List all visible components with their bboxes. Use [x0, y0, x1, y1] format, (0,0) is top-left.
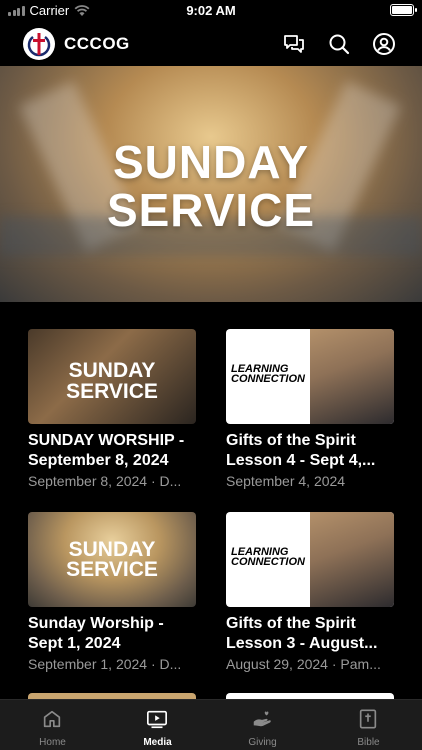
logo-icon	[27, 33, 51, 57]
media-title: Lesson 4 - Sept 4,...	[226, 452, 376, 469]
tab-giving[interactable]: Giving	[210, 700, 315, 750]
clock: 9:02 AM	[186, 3, 236, 18]
chat-icon[interactable]	[282, 32, 306, 56]
tab-media[interactable]: Media	[105, 700, 210, 750]
search-icon[interactable]	[327, 32, 351, 56]
tab-label: Bible	[357, 737, 380, 748]
media-thumbnail: SUNDAY SERVICE	[28, 512, 196, 607]
presenter-photo	[310, 329, 394, 424]
battery-icon	[390, 4, 417, 16]
media-title: Sunday Worship -	[28, 615, 164, 632]
media-thumbnail: LEARNING CONNECTION	[226, 512, 394, 607]
tab-label: Media	[143, 737, 172, 748]
media-thumbnail: LEARNING CONNECTION	[226, 329, 394, 424]
app-header: CCCOG	[0, 22, 422, 66]
thumbnail-text: SERVICE	[66, 558, 158, 581]
app-title: CCCOG	[64, 34, 130, 53]
media-title: September 8, 2024	[28, 452, 169, 469]
tab-bar: Home Media Giving Bible	[0, 699, 422, 750]
bible-icon	[359, 709, 377, 729]
media-subtitle: September 4, 2024	[226, 473, 346, 489]
media-card[interactable]: SUNDAY SERVICE Sunday Worship - Sept 1, …	[28, 512, 196, 672]
media-subtitle: August 29, 2024 · Pam...	[226, 656, 381, 672]
thumbnail-text: LEARNING CONNECTION	[231, 363, 305, 385]
play-icon	[147, 710, 167, 729]
home-icon	[43, 710, 61, 728]
thumbnail-text: SUNDAY	[68, 359, 156, 382]
media-title: SUNDAY WORSHIP -	[28, 432, 185, 449]
presenter-photo	[310, 512, 394, 607]
thumbnail-text: SERVICE	[66, 380, 158, 403]
media-card[interactable]: SUNDAY SERVICE SUNDAY WORSHIP - Septembe…	[28, 329, 196, 489]
media-thumbnail: SUNDAY SERVICE	[28, 329, 196, 424]
media-title: Sept 1, 2024	[28, 635, 121, 652]
media-card[interactable]: LEARNING CONNECTION Gifts of the Spirit L…	[226, 329, 394, 489]
media-subtitle: September 8, 2024 · D...	[28, 473, 182, 489]
media-title: Gifts of the Spirit	[226, 432, 356, 449]
tab-label: Home	[39, 737, 66, 748]
media-title: Lesson 3 - August...	[226, 635, 378, 652]
featured-banner[interactable]: SUNDAY SERVICE	[0, 66, 422, 302]
tab-home[interactable]: Home	[0, 700, 105, 750]
media-card[interactable]: LEARNING CONNECTION Gifts of the Spirit L…	[226, 512, 394, 672]
hero-title-line2: SERVICE	[106, 184, 316, 236]
thumbnail-text: SUNDAY	[68, 538, 156, 561]
tab-label: Giving	[248, 737, 277, 748]
church-logo[interactable]	[23, 28, 55, 60]
tab-bible[interactable]: Bible	[316, 700, 421, 750]
hero-title-line1: SUNDAY	[112, 136, 310, 188]
thumbnail-text: LEARNING CONNECTION	[231, 546, 305, 568]
status-bar: Carrier 9:02 AM	[0, 0, 422, 22]
giving-icon	[253, 711, 271, 727]
profile-icon[interactable]	[372, 32, 396, 56]
media-subtitle: September 1, 2024 · D...	[28, 656, 182, 672]
media-title: Gifts of the Spirit	[226, 615, 356, 632]
